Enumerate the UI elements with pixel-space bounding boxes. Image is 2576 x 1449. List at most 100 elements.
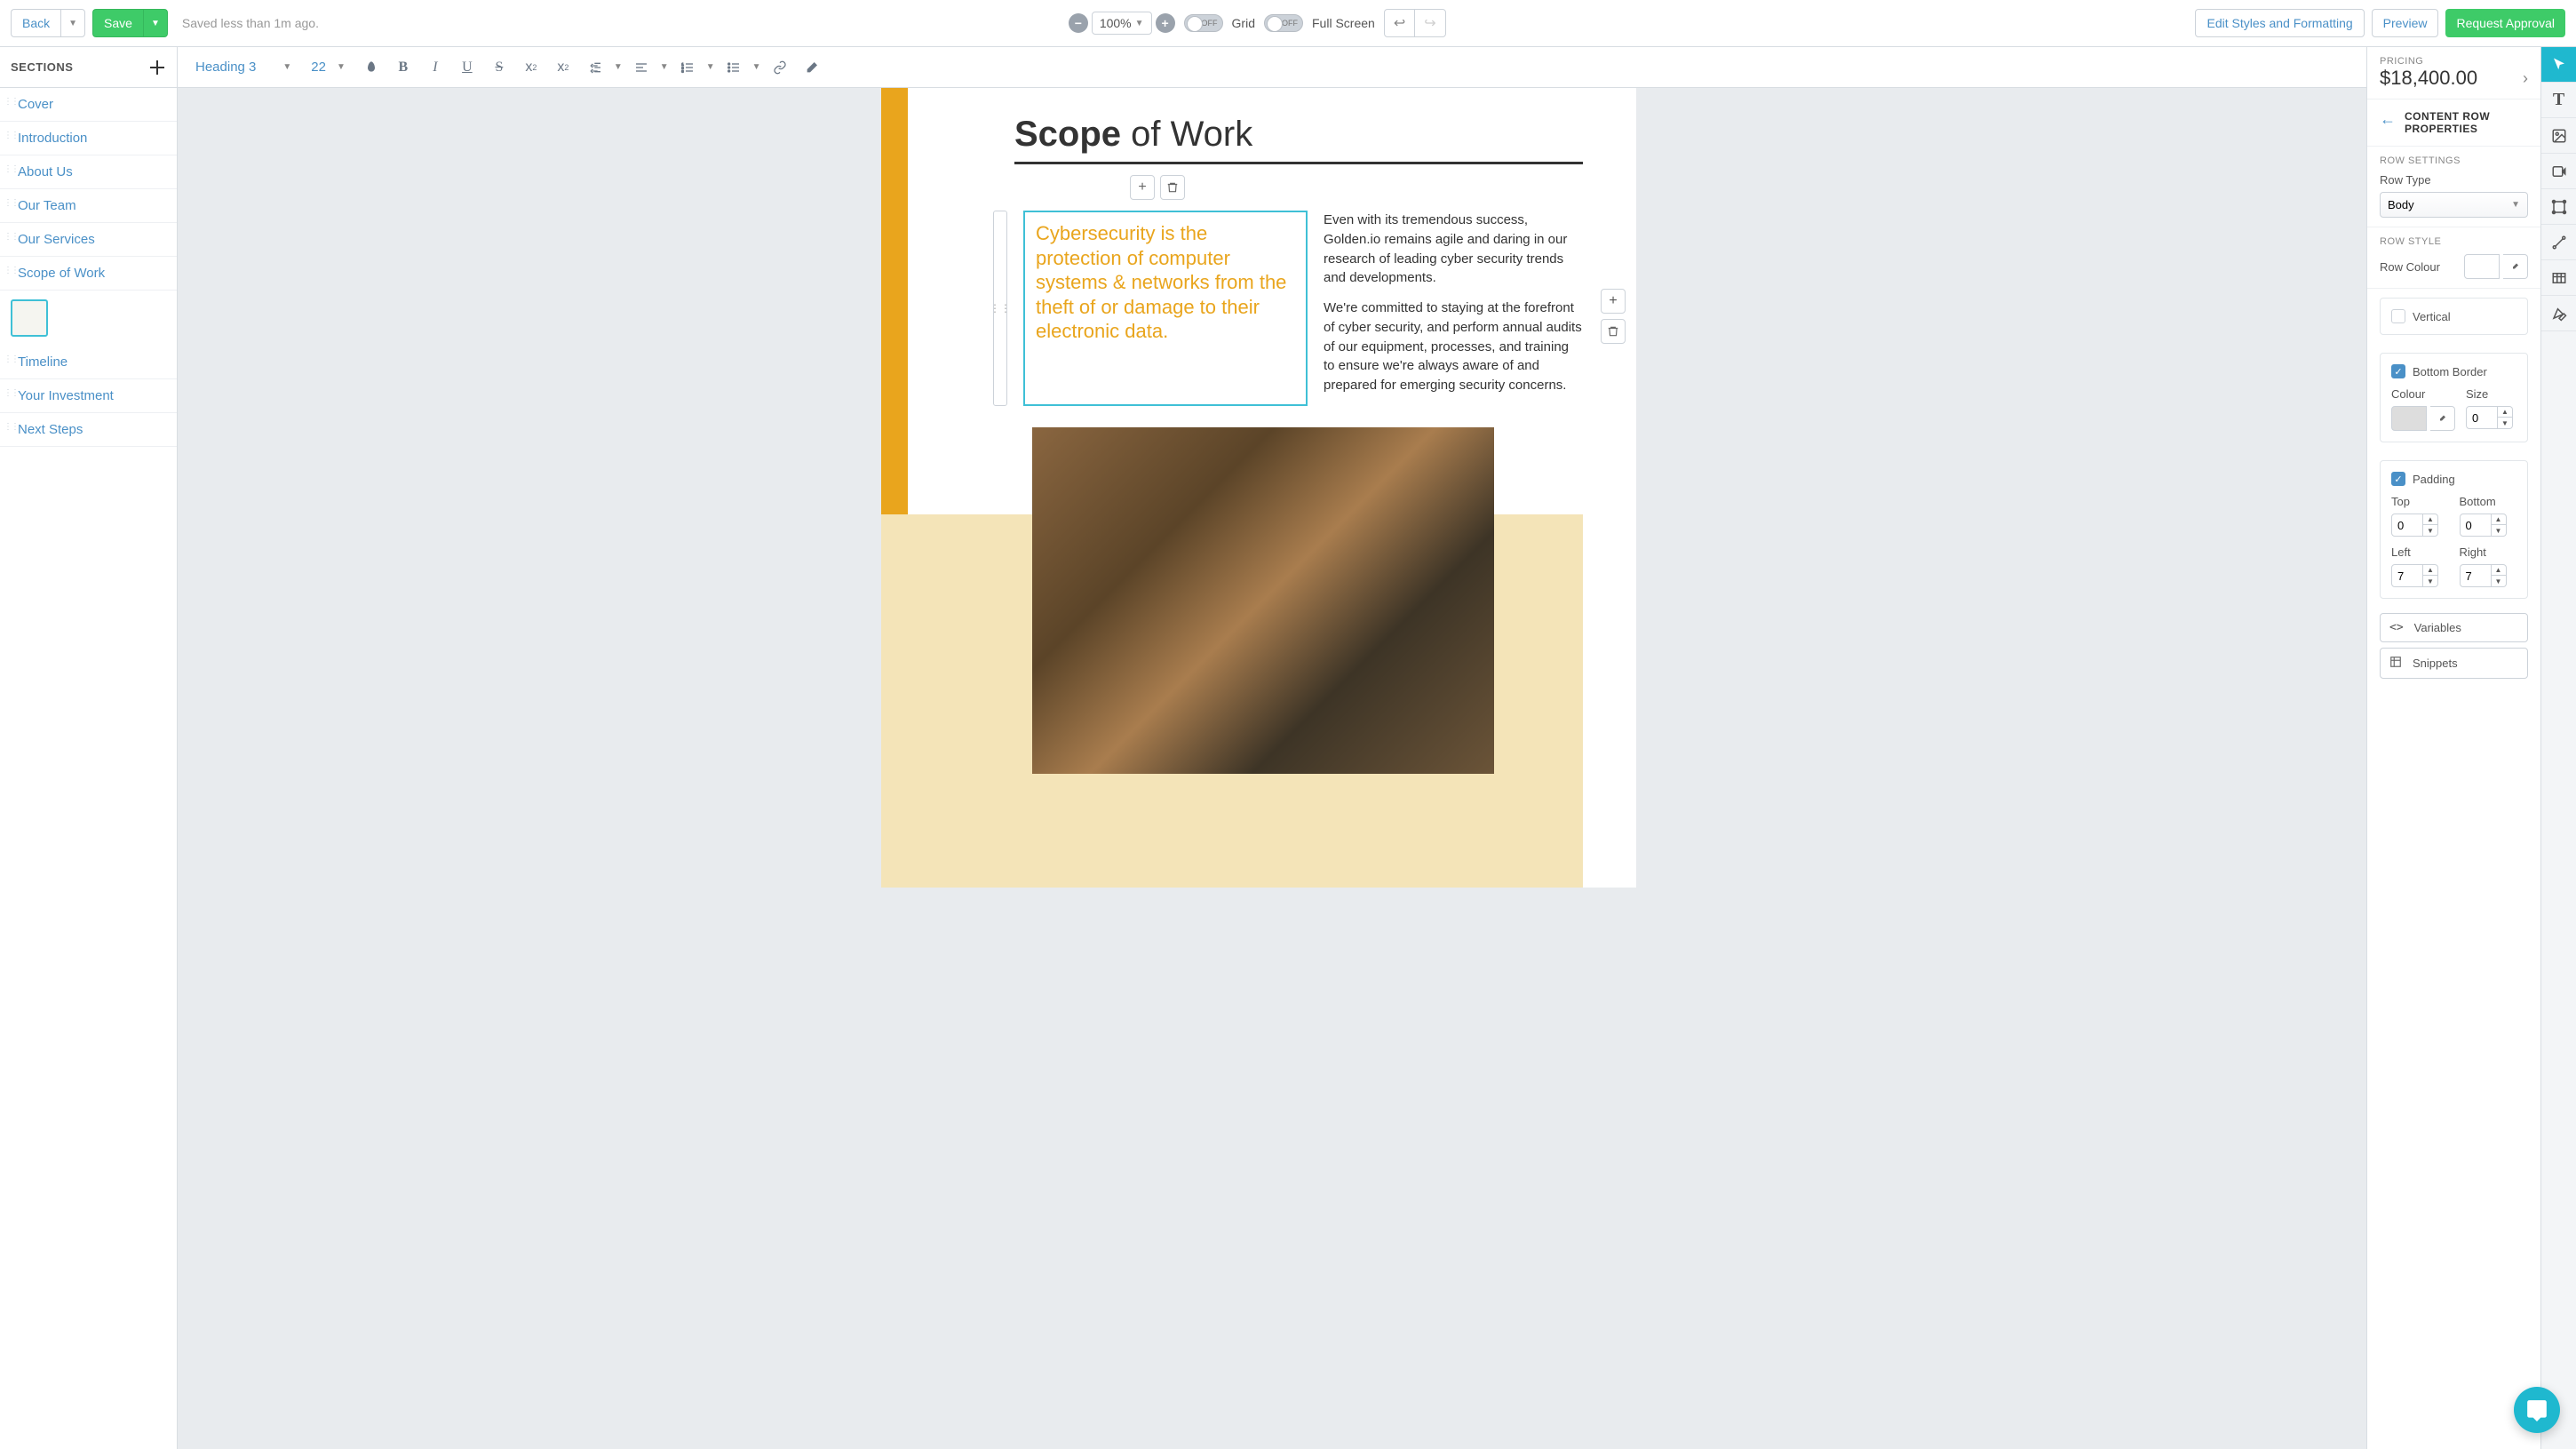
subscript-icon[interactable]: x2 [518, 54, 545, 81]
content-image[interactable] [1032, 427, 1494, 774]
section-our-team[interactable]: Our Team [0, 189, 177, 223]
back-button[interactable]: Back [11, 9, 60, 37]
padding-checkbox[interactable]: ✓ [2391, 472, 2405, 486]
bottom-border-checkbox[interactable]: ✓ [2391, 364, 2405, 378]
line-height-dropdown[interactable]: ▼ [614, 62, 623, 72]
image-tool[interactable] [2541, 118, 2576, 154]
zoom-out-button[interactable]: − [1069, 13, 1088, 33]
eraser-icon[interactable] [799, 54, 825, 81]
section-introduction[interactable]: Introduction [0, 122, 177, 155]
padding-right-input[interactable]: ▲▼ [2460, 564, 2517, 587]
zoom-in-button[interactable]: + [1156, 13, 1175, 33]
row-type-select[interactable]: Body▼ [2380, 192, 2528, 218]
section-your-investment[interactable]: Your Investment [0, 379, 177, 413]
fullscreen-toggle[interactable]: OFF [1264, 14, 1303, 32]
delete-row-button[interactable] [1160, 175, 1185, 200]
save-button[interactable]: Save [92, 9, 143, 37]
section-our-services[interactable]: Our Services [0, 223, 177, 257]
border-size-input[interactable]: ▲▼ [2466, 406, 2516, 429]
row-colour-picker[interactable] [2503, 254, 2528, 279]
padding-checkbox-row[interactable]: ✓ Padding [2391, 472, 2516, 486]
padding-right-up[interactable]: ▲ [2492, 565, 2506, 576]
line-height-icon[interactable] [582, 54, 608, 81]
line-tool[interactable] [2541, 225, 2576, 260]
padding-bottom-field[interactable] [2460, 514, 2492, 537]
strikethrough-icon[interactable]: S [486, 54, 513, 81]
border-colour-picker[interactable] [2430, 406, 2455, 431]
bullet-list-icon[interactable] [720, 54, 747, 81]
ordered-list-icon[interactable]: 123 [674, 54, 701, 81]
shape-tool[interactable] [2541, 189, 2576, 225]
snippets-button[interactable]: Snippets [2380, 648, 2528, 679]
section-cover[interactable]: Cover [0, 88, 177, 122]
delete-block-button[interactable] [1601, 319, 1626, 344]
grid-toggle[interactable]: OFF [1184, 14, 1223, 32]
chat-help-button[interactable] [2514, 1387, 2560, 1433]
pen-tool[interactable] [2541, 296, 2576, 331]
section-timeline[interactable]: Timeline [0, 346, 177, 379]
padding-bottom-up[interactable]: ▲ [2492, 514, 2506, 525]
add-block-button[interactable]: + [1601, 289, 1626, 314]
underline-icon[interactable]: U [454, 54, 481, 81]
section-next-steps[interactable]: Next Steps [0, 413, 177, 447]
video-tool[interactable] [2541, 154, 2576, 189]
border-size-down[interactable]: ▼ [2498, 418, 2512, 428]
bullet-list-dropdown[interactable]: ▼ [752, 62, 761, 72]
vertical-checkbox[interactable] [2391, 309, 2405, 323]
callout-text-box[interactable]: Cybersecurity is the protection of compu… [1023, 211, 1308, 406]
padding-right-field[interactable] [2460, 564, 2492, 587]
padding-left-input[interactable]: ▲▼ [2391, 564, 2449, 587]
link-icon[interactable] [767, 54, 793, 81]
padding-top-down[interactable]: ▼ [2423, 525, 2437, 536]
redo-button[interactable]: ↪ [1415, 10, 1444, 36]
ordered-list-dropdown[interactable]: ▼ [706, 62, 715, 72]
align-dropdown[interactable]: ▼ [660, 62, 669, 72]
vertical-checkbox-row[interactable]: Vertical [2391, 309, 2516, 323]
page-title[interactable]: Scope of Work [1014, 115, 1583, 164]
undo-button[interactable]: ↩ [1385, 10, 1415, 36]
padding-left-down[interactable]: ▼ [2423, 576, 2437, 586]
panel-header: ← CONTENT ROW PROPERTIES [2367, 100, 2540, 147]
border-size-up[interactable]: ▲ [2498, 407, 2512, 418]
request-approval-button[interactable]: Request Approval [2445, 9, 2565, 37]
font-size-select[interactable]: 22▼ [304, 56, 353, 78]
row-colour-swatch[interactable] [2464, 254, 2500, 279]
text-color-icon[interactable] [358, 54, 385, 81]
preview-button[interactable]: Preview [2372, 9, 2439, 37]
padding-left-field[interactable] [2391, 564, 2423, 587]
undo-redo-group: ↩ ↪ [1384, 9, 1446, 37]
border-colour-swatch[interactable] [2391, 406, 2427, 431]
variables-button[interactable]: <> Variables [2380, 613, 2528, 642]
padding-top-input[interactable]: ▲▼ [2391, 514, 2449, 537]
align-icon[interactable] [628, 54, 655, 81]
pricing-block[interactable]: PRICING $18,400.00 › [2367, 47, 2540, 100]
border-size-field[interactable] [2466, 406, 2498, 429]
padding-left-up[interactable]: ▲ [2423, 565, 2437, 576]
section-about-us[interactable]: About Us [0, 155, 177, 189]
drag-handle[interactable]: ⋮⋮ [993, 211, 1007, 406]
text-tool[interactable]: T [2541, 83, 2576, 118]
zoom-value-dropdown[interactable]: 100%▼ [1092, 12, 1152, 35]
back-dropdown[interactable]: ▼ [60, 9, 85, 37]
italic-icon[interactable]: I [422, 54, 449, 81]
save-dropdown[interactable]: ▼ [143, 9, 168, 37]
body-text-box[interactable]: Even with its tremendous success, Golden… [1324, 211, 1583, 406]
superscript-icon[interactable]: x2 [550, 54, 576, 81]
panel-back-button[interactable]: ← [2380, 110, 2396, 129]
padding-top-up[interactable]: ▲ [2423, 514, 2437, 525]
padding-top-field[interactable] [2391, 514, 2423, 537]
section-scope-of-work[interactable]: Scope of Work [0, 257, 177, 291]
padding-right-down[interactable]: ▼ [2492, 576, 2506, 586]
padding-bottom-down[interactable]: ▼ [2492, 525, 2506, 536]
fullscreen-label: Full Screen [1312, 16, 1375, 30]
bottom-border-checkbox-row[interactable]: ✓ Bottom Border [2391, 364, 2516, 378]
table-tool[interactable] [2541, 260, 2576, 296]
add-section-button[interactable] [148, 59, 166, 76]
page-thumbnail[interactable] [11, 299, 48, 337]
cursor-tool[interactable] [2541, 47, 2576, 83]
padding-bottom-input[interactable]: ▲▼ [2460, 514, 2517, 537]
add-row-button[interactable]: + [1130, 175, 1155, 200]
bold-icon[interactable]: B [390, 54, 417, 81]
style-select[interactable]: Heading 3▼ [188, 56, 298, 78]
edit-styles-button[interactable]: Edit Styles and Formatting [2195, 9, 2364, 37]
